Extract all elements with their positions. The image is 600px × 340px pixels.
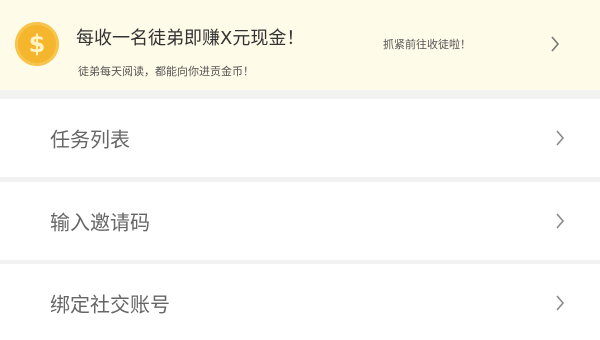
chevron-right-icon (545, 29, 565, 59)
menu-item-bind-social-account[interactable]: 绑定社交账号 (0, 264, 600, 340)
promo-subtitle: 徒弟每天阅读，都能向你进贡金币！ (78, 65, 254, 78)
chevron-right-icon (550, 288, 570, 318)
coin-icon: $ (15, 22, 59, 66)
menu-item-enter-invite-code[interactable]: 输入邀请码 (0, 182, 600, 260)
menu-item-label: 绑定社交账号 (50, 292, 170, 317)
menu-item-label: 任务列表 (50, 127, 130, 152)
menu-item-task-list[interactable]: 任务列表 (0, 99, 600, 177)
chevron-right-icon (550, 206, 570, 236)
promo-action-link[interactable]: 抓紧前往收徒啦！ (383, 36, 471, 52)
promo-title: 每收一名徒弟即赚X元现金！ (76, 28, 305, 49)
menu-item-label: 输入邀请码 (50, 210, 150, 235)
invite-promo-banner[interactable]: $ 每收一名徒弟即赚X元现金！ 徒弟每天阅读，都能向你进贡金币！ 抓紧前往收徒啦… (0, 0, 600, 90)
chevron-right-icon (550, 123, 570, 153)
settings-screen: $ 每收一名徒弟即赚X元现金！ 徒弟每天阅读，都能向你进贡金币！ 抓紧前往收徒啦… (0, 0, 600, 340)
coin-symbol: $ (28, 30, 46, 58)
